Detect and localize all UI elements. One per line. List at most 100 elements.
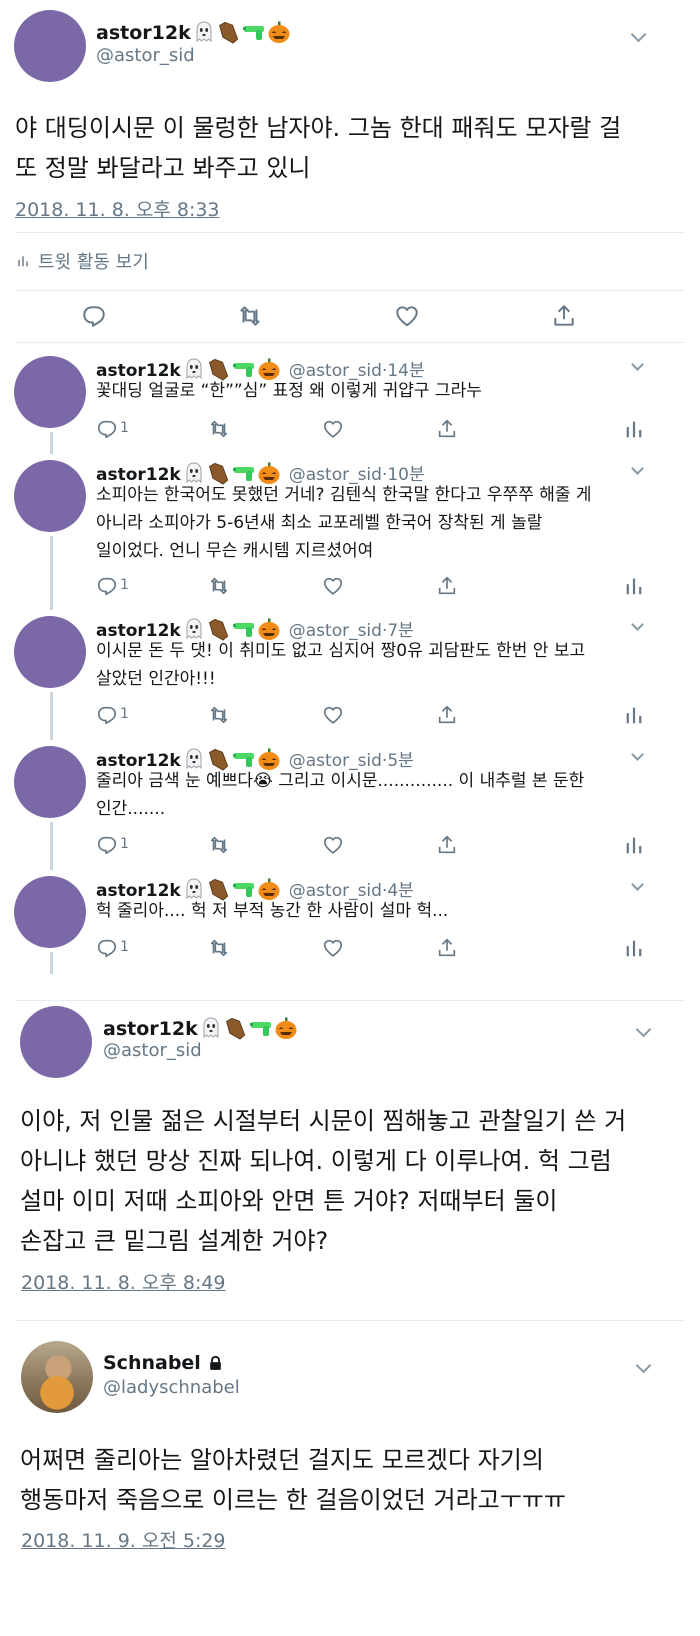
avatar[interactable]: [14, 10, 86, 82]
thread-connector: [50, 432, 53, 454]
reply-count: 1: [120, 939, 129, 955]
avatar[interactable]: [14, 460, 86, 532]
retweet-icon[interactable]: [208, 704, 230, 726]
tweet-text-line: 또 정말 봐달라고 봐주고 있니: [15, 154, 311, 182]
reply-text: 줄리아 금색 눈 예쁘다😭 그리고 이시문.............. 이 내추…: [96, 767, 584, 823]
reply-text-line: 이시문 돈 두 댓! 이 취미도 없고 심지어 짱0유 괴담판도 한번 안 보고: [96, 641, 586, 661]
reply-icon[interactable]: [96, 834, 118, 856]
author-handle[interactable]: @ladyschnabel: [103, 1377, 240, 1398]
author-name-row[interactable]: astor12k: [96, 20, 291, 44]
share-icon[interactable]: [436, 704, 458, 726]
author-name[interactable]: astor12k: [103, 1018, 198, 1040]
tweet-text-line: 이야, 저 인물 젊은 시절부터 시문이 찜해놓고 관찰일기 쓴 거: [20, 1107, 627, 1135]
avatar[interactable]: [14, 616, 86, 688]
stats-icon: [16, 252, 30, 270]
reply-text-line: 헉 줄리아.... 헉 저 부적 농간 한 사람이 설마 헉...: [96, 901, 449, 921]
chevron-down-icon[interactable]: [631, 618, 644, 631]
tweet-text-line: 아니냐 했던 망상 진짜 되나여. 이렇게 다 이루나여. 헉 그럼: [20, 1147, 612, 1175]
tweet-text: 야 대딩이시문 이 물렁한 남자야. 그놈 한대 패줘도 모자랄 걸 또 정말 …: [15, 108, 621, 188]
tweet-timestamp[interactable]: 2018. 11. 8. 오후 8:49: [21, 1268, 226, 1295]
chevron-down-icon[interactable]: [635, 1021, 652, 1038]
chevron-down-icon[interactable]: [635, 1357, 652, 1374]
tweet-text-line: 야 대딩이시문 이 물렁한 남자야. 그놈 한대 패줘도 모자랄 걸: [15, 114, 622, 142]
avatar[interactable]: [14, 356, 86, 428]
reply-text-line: 소피아는 한국어도 못했던 거네? 김텐식 한국말 한다고 우쭈쭈 해줄 게: [96, 485, 592, 505]
ghost-icon: [192, 20, 216, 44]
reply-icon[interactable]: [96, 937, 118, 959]
reply-count: 1: [120, 420, 129, 436]
share-icon[interactable]: [436, 575, 458, 597]
reply-count: 1: [120, 836, 129, 852]
chevron-down-icon[interactable]: [631, 358, 644, 371]
tweet-text-line: 손잡고 큰 밑그림 설계한 거야?: [20, 1227, 329, 1255]
thread-connector: [50, 952, 53, 974]
retweet-icon[interactable]: [208, 834, 230, 856]
stats-icon[interactable]: [623, 418, 645, 440]
avatar[interactable]: [14, 876, 86, 948]
tweet-activity-link[interactable]: 트윗 활동 보기: [16, 248, 149, 274]
stats-icon[interactable]: [623, 937, 645, 959]
thread-connector: [50, 536, 53, 610]
thread-connector: [50, 692, 53, 740]
stats-icon[interactable]: [623, 704, 645, 726]
reply-count: 1: [120, 577, 129, 593]
reply-text-line: 줄리아 금색 눈 예쁘다😭 그리고 이시문.............. 이 내추…: [96, 771, 585, 791]
divider: [16, 290, 684, 291]
reply-icon[interactable]: [96, 704, 118, 726]
retweet-icon[interactable]: [208, 937, 230, 959]
stats-icon[interactable]: [623, 575, 645, 597]
divider: [16, 342, 684, 343]
author-name[interactable]: Schnabel: [103, 1352, 201, 1374]
like-icon[interactable]: [322, 937, 344, 959]
retweet-icon[interactable]: [208, 575, 230, 597]
tweet-text-line: 설마 이미 저때 소피아와 안면 튼 거야? 저때부터 둘이: [20, 1187, 558, 1215]
reply-text-line: 살았던 인간아!!!: [96, 669, 216, 689]
reply-text: 꽃대딩 얼굴로 “한””심” 표정 왜 이렇게 귀얍구 그라누: [96, 377, 482, 405]
like-icon[interactable]: [322, 834, 344, 856]
like-icon[interactable]: [322, 575, 344, 597]
tweet-activity-label: 트윗 활동 보기: [38, 252, 149, 273]
share-icon[interactable]: [436, 937, 458, 959]
tweet-timestamp[interactable]: 2018. 11. 8. 오후 8:33: [15, 195, 220, 222]
share-icon[interactable]: [436, 834, 458, 856]
share-icon[interactable]: [551, 303, 577, 329]
divider: [16, 232, 684, 233]
tweet-timestamp[interactable]: 2018. 11. 9. 오전 5:29: [21, 1526, 226, 1553]
share-icon[interactable]: [436, 418, 458, 440]
reply-text-line: 꽃대딩 얼굴로 “한””심” 표정 왜 이렇게 귀얍구 그라누: [96, 381, 482, 401]
water-gun-icon: [242, 20, 266, 44]
like-icon[interactable]: [322, 418, 344, 440]
chevron-down-icon[interactable]: [631, 748, 644, 761]
author-handle[interactable]: @astor_sid: [103, 1040, 202, 1061]
retweet-icon[interactable]: [237, 303, 263, 329]
reply-icon[interactable]: [96, 575, 118, 597]
reply-text-line: 인간.......: [96, 799, 166, 819]
jack-o-lantern-icon: [267, 20, 291, 44]
chevron-down-icon[interactable]: [631, 462, 644, 475]
reply-text-line: 아니라 소피아가 5-6년새 최소 교포레벨 한국어 장착된 게 놀랄: [96, 513, 543, 533]
avatar[interactable]: [14, 746, 86, 818]
tweet-text-line: 행동마저 죽음으로 이르는 한 걸음이었던 거라고ㅜㅠㅠ: [20, 1486, 566, 1514]
coffin-icon: [224, 1016, 248, 1040]
like-icon[interactable]: [394, 303, 420, 329]
reply-text: 소피아는 한국어도 못했던 거네? 김텐식 한국말 한다고 우쭈쭈 해줄 게아니…: [96, 481, 592, 565]
stats-icon[interactable]: [623, 834, 645, 856]
avatar[interactable]: [20, 1006, 92, 1078]
retweet-icon[interactable]: [208, 418, 230, 440]
reply-icon[interactable]: [96, 418, 118, 440]
author-name-row[interactable]: Schnabel: [103, 1352, 224, 1374]
coffin-icon: [217, 20, 241, 44]
author-name-row[interactable]: astor12k: [103, 1016, 298, 1040]
tweet-text-line: 어쩌면 줄리아는 알아차렸던 걸지도 모르겠다 자기의: [20, 1446, 544, 1474]
reply-icon[interactable]: [81, 303, 107, 329]
author-name[interactable]: astor12k: [96, 22, 191, 44]
avatar[interactable]: [21, 1341, 93, 1413]
tweet-text: 어쩌면 줄리아는 알아차렸던 걸지도 모르겠다 자기의 행동마저 죽음으로 이르…: [20, 1440, 566, 1520]
author-handle[interactable]: @astor_sid: [96, 45, 195, 66]
reply-text: 헉 줄리아.... 헉 저 부적 농간 한 사람이 설마 헉...: [96, 897, 448, 925]
like-icon[interactable]: [322, 704, 344, 726]
chevron-down-icon[interactable]: [630, 26, 647, 43]
jack-o-lantern-icon: [274, 1016, 298, 1040]
chevron-down-icon[interactable]: [631, 878, 644, 891]
divider: [16, 1000, 684, 1001]
